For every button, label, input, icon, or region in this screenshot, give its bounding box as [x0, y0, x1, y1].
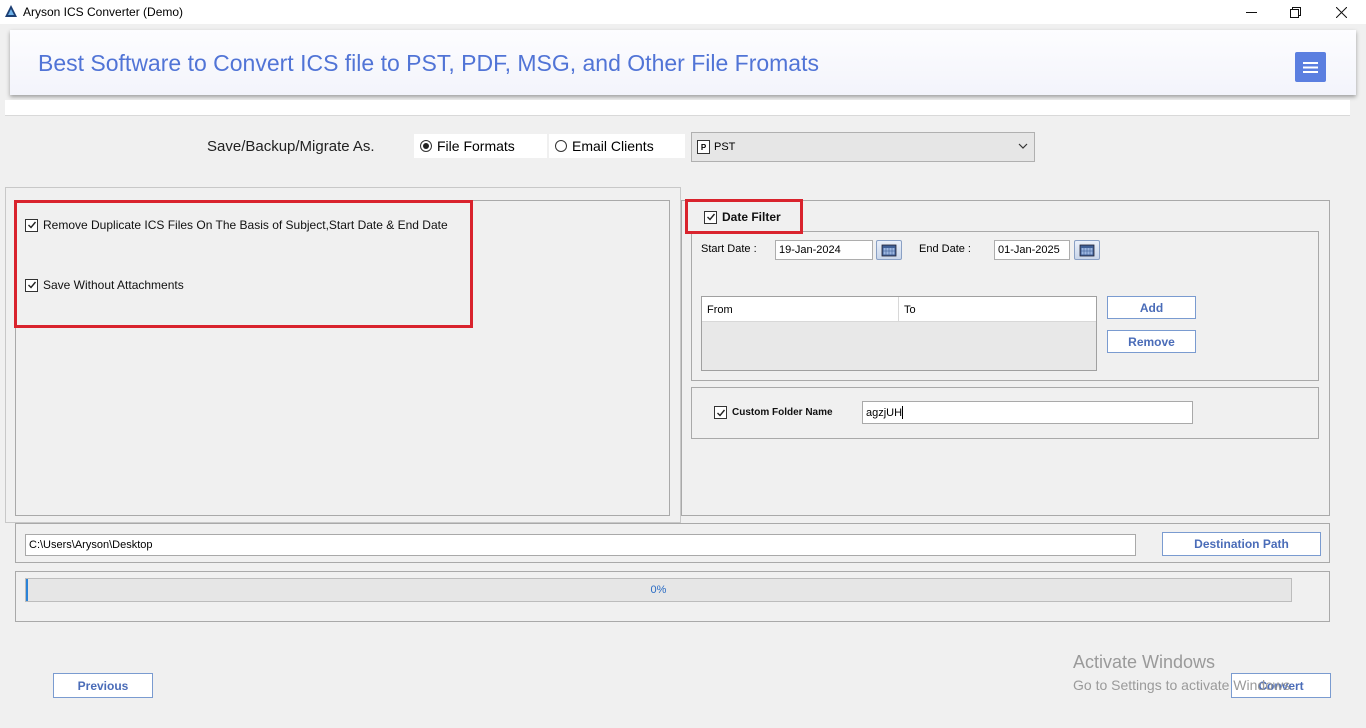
table-header: From To [702, 297, 1096, 322]
progress-fill [26, 579, 28, 601]
format-select[interactable]: P PST [691, 132, 1035, 162]
start-date-calendar-button[interactable] [876, 240, 902, 260]
start-date-input[interactable]: 19-Jan-2024 [775, 240, 873, 260]
close-button[interactable] [1318, 0, 1364, 24]
date-filter-checkbox[interactable] [704, 210, 717, 224]
activation-watermark-title: Activate Windows [1073, 652, 1216, 672]
minimize-icon [1245, 11, 1257, 13]
progress-label: 0% [650, 584, 667, 596]
radio-email-clients[interactable]: Email Clients [549, 134, 685, 158]
end-date-calendar-button[interactable] [1074, 240, 1100, 260]
save-without-attachments-checkbox[interactable] [25, 278, 38, 292]
column-header-to: To [904, 304, 916, 316]
radio-file-formats-label: File Formats [437, 138, 515, 154]
close-icon [1335, 6, 1347, 18]
chevron-down-icon [1018, 143, 1028, 149]
custom-folder-value: agzjUH [866, 406, 903, 419]
remove-button[interactable]: Remove [1107, 330, 1196, 353]
remove-duplicates-label: Remove Duplicate ICS Files On The Basis … [43, 218, 448, 232]
pst-file-icon: P [697, 140, 710, 154]
save-without-attachments-option[interactable]: Save Without Attachments [25, 278, 184, 292]
menu-button[interactable] [1295, 52, 1326, 82]
radio-file-formats[interactable]: File Formats [414, 134, 547, 158]
custom-folder-label: Custom Folder Name [732, 407, 833, 418]
destination-path-input[interactable]: C:\Users\Aryson\Desktop [25, 534, 1136, 556]
remove-duplicates-checkbox[interactable] [25, 218, 38, 232]
custom-folder-option[interactable]: Custom Folder Name [714, 406, 833, 419]
column-divider [898, 297, 899, 321]
add-button[interactable]: Add [1107, 296, 1196, 319]
previous-button[interactable]: Previous [53, 673, 153, 698]
custom-folder-checkbox[interactable] [714, 406, 727, 419]
radio-indicator [555, 140, 567, 152]
destination-path-button[interactable]: Destination Path [1162, 532, 1321, 556]
date-range-table[interactable]: From To [701, 296, 1097, 371]
minimize-button[interactable] [1228, 0, 1274, 24]
radio-indicator [420, 140, 432, 152]
title-bar [0, 0, 1366, 24]
save-as-label: Save/Backup/Migrate As. [207, 138, 375, 155]
progress-bar: 0% [25, 578, 1292, 602]
date-filter-label: Date Filter [722, 210, 781, 224]
remove-duplicates-option[interactable]: Remove Duplicate ICS Files On The Basis … [25, 218, 448, 232]
header-title: Best Software to Convert ICS file to PST… [38, 50, 819, 76]
app-logo-icon [5, 5, 17, 17]
calendar-icon [881, 244, 897, 257]
activation-watermark-subtitle: Go to Settings to activate Windows. [1073, 677, 1294, 693]
end-date-input[interactable]: 01-Jan-2025 [994, 240, 1070, 260]
restore-button[interactable] [1272, 0, 1318, 24]
hamburger-icon [1303, 61, 1318, 73]
window-title: Aryson ICS Converter (Demo) [23, 5, 184, 19]
text-cursor [902, 406, 904, 419]
separator-strip [5, 100, 1350, 115]
calendar-icon [1079, 244, 1095, 257]
start-date-label: Start Date : [701, 243, 757, 255]
column-header-from: From [707, 304, 733, 316]
restore-icon [1289, 6, 1301, 18]
radio-email-clients-label: Email Clients [572, 138, 654, 154]
date-filter-option[interactable]: Date Filter [704, 210, 781, 224]
save-without-attachments-label: Save Without Attachments [43, 278, 184, 292]
custom-folder-input[interactable]: agzjUH [862, 401, 1193, 424]
end-date-label: End Date : [919, 243, 971, 255]
format-select-value: PST [714, 141, 736, 153]
